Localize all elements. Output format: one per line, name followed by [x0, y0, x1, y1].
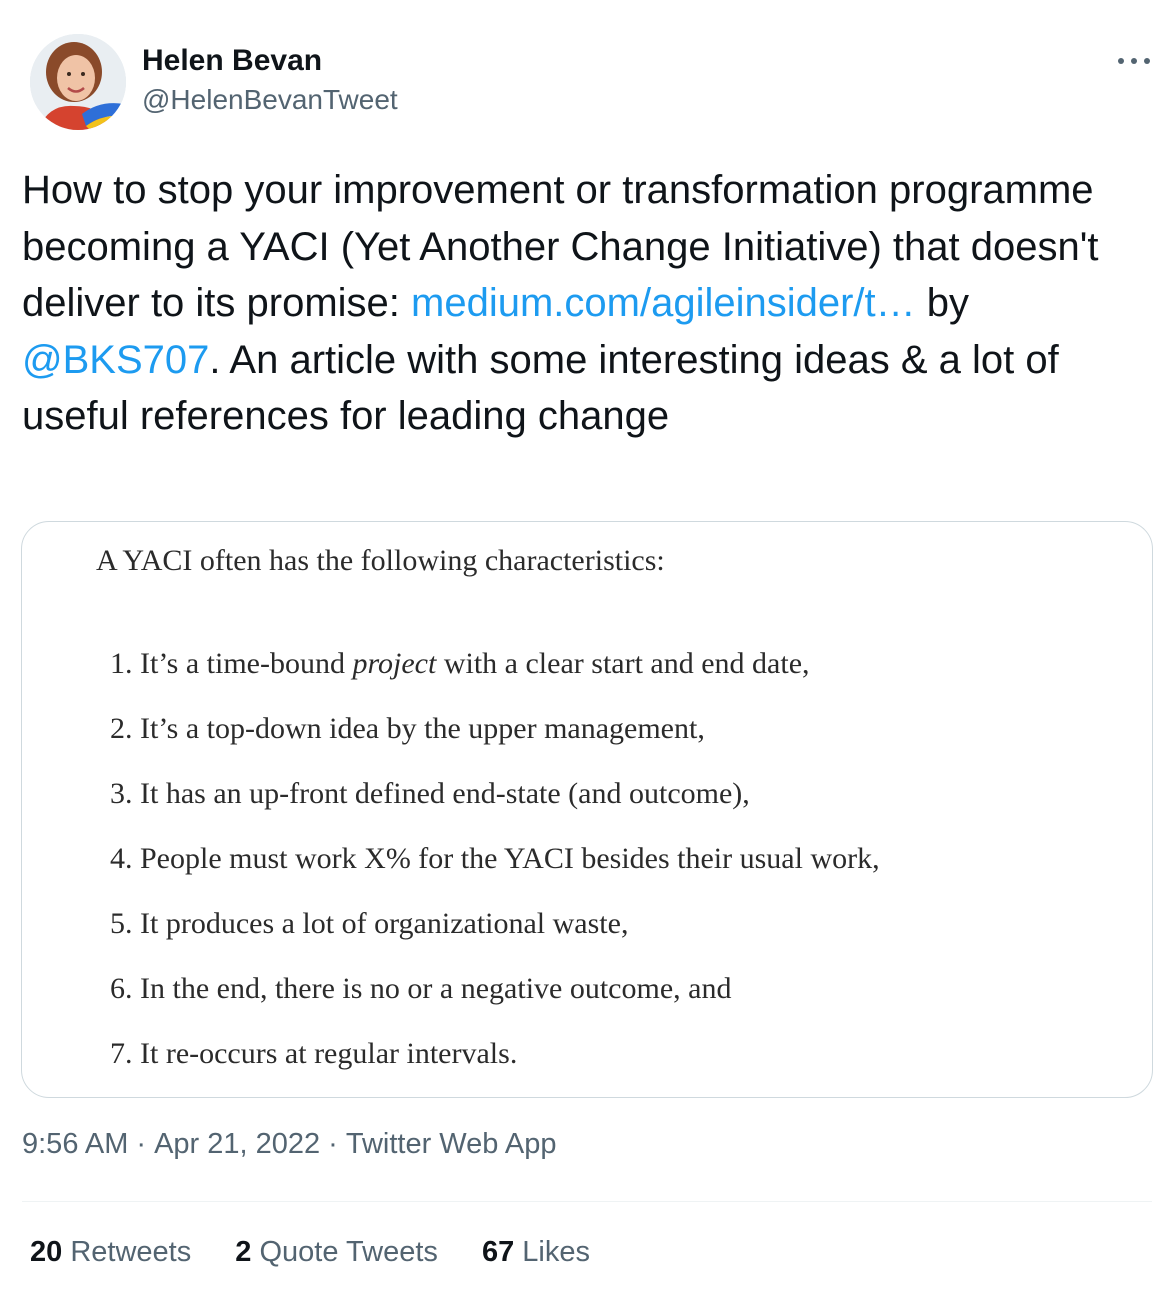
list-item: 7. It re-occurs at regular intervals.: [110, 1037, 518, 1070]
tweet-source[interactable]: Twitter Web App: [346, 1128, 557, 1160]
list-item: 2. It’s a top-down idea by the upper man…: [110, 712, 705, 745]
quote-tweets-label: Quote Tweets: [259, 1236, 438, 1268]
tweet-metadata: 9:56 AM · Apr 21, 2022 · Twitter Web App: [22, 1128, 556, 1161]
separator: ·: [136, 1128, 147, 1160]
tweet-header: Helen Bevan @HelenBevanTweet: [22, 34, 1158, 134]
retweets-label: Retweets: [70, 1236, 192, 1268]
quote-tweets-stat[interactable]: 2 Quote Tweets: [235, 1236, 438, 1269]
list-item: 1. It’s a time-bound project with a clea…: [110, 647, 810, 680]
tweet: Helen Bevan @HelenBevanTweet How to stop…: [0, 0, 1158, 1296]
avatar[interactable]: [30, 34, 126, 130]
more-horizontal-icon[interactable]: [1116, 48, 1152, 72]
list-item: 6. In the end, there is no or a negative…: [110, 972, 732, 1005]
list-item: 5. It produces a lot of organizational w…: [110, 907, 629, 940]
engagement-stats: 20 Retweets 2 Quote Tweets 67 Likes: [30, 1236, 626, 1269]
retweets-stat[interactable]: 20 Retweets: [30, 1236, 191, 1269]
tweet-time[interactable]: 9:56 AM: [22, 1128, 128, 1160]
author-mention-link[interactable]: @BKS707: [22, 338, 209, 382]
separator: ·: [328, 1128, 338, 1160]
list-item: 3. It has an up-front defined end-state …: [110, 777, 750, 810]
likes-count: 67: [481, 1236, 515, 1268]
image-intro-text: A YACI often has the following character…: [96, 544, 665, 577]
tweet-text-by: by: [915, 281, 970, 325]
display-name[interactable]: Helen Bevan: [142, 44, 322, 78]
divider: [22, 1201, 1152, 1202]
user-handle[interactable]: @HelenBevanTweet: [142, 84, 398, 116]
list-item: 4. People must work X% for the YACI besi…: [110, 842, 880, 875]
retweets-count: 20: [30, 1236, 63, 1268]
article-link[interactable]: medium.com/agileinsider/t…: [411, 281, 916, 325]
likes-stat[interactable]: 67 Likes: [482, 1236, 590, 1269]
tweet-date[interactable]: Apr 21, 2022: [154, 1128, 320, 1160]
tweet-text: How to stop your improvement or transfor…: [22, 162, 1150, 445]
attached-image[interactable]: A YACI often has the following character…: [21, 521, 1153, 1098]
likes-label: Likes: [522, 1236, 590, 1268]
quote-tweets-count: 2: [235, 1236, 252, 1268]
characteristics-list: 1. It’s a time-bound project with a clea…: [110, 642, 880, 1097]
